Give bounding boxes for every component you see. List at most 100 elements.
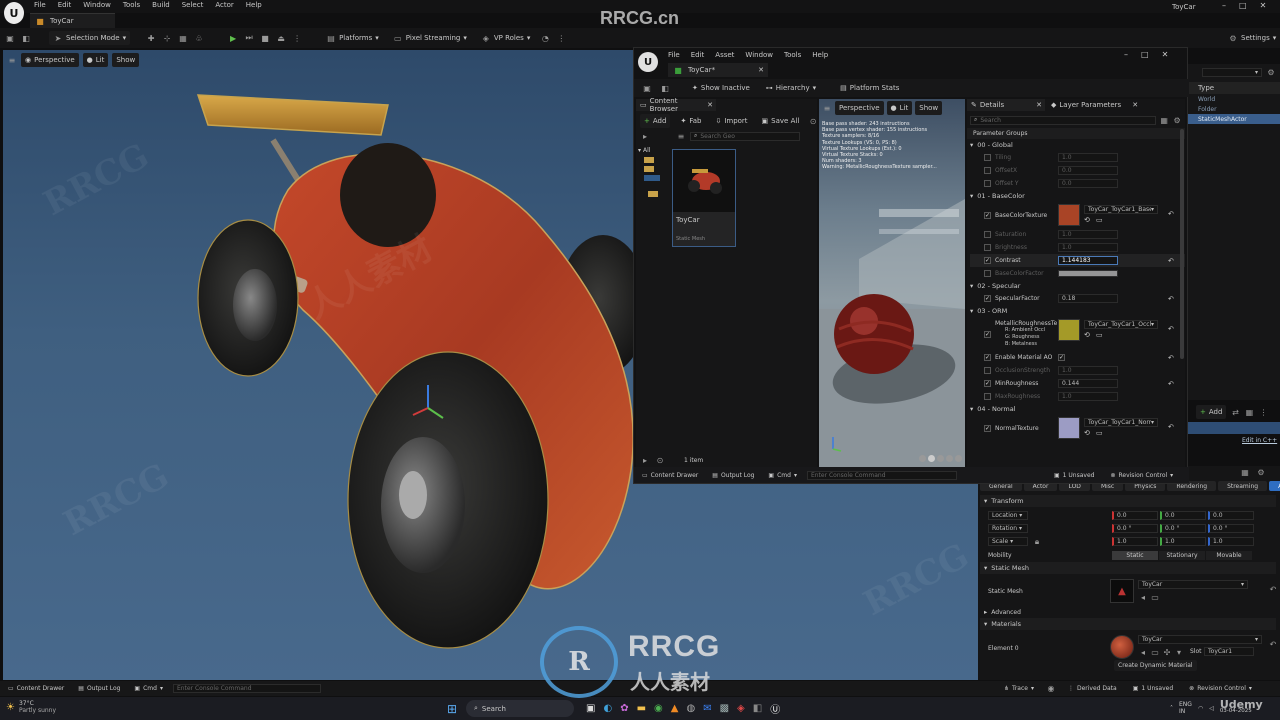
param-override-checkbox[interactable] <box>984 367 991 374</box>
platforms-button[interactable]: ▤ Platforms ▾ <box>322 31 383 45</box>
cmd-button[interactable]: ▣ Cmd ▾ <box>130 682 167 696</box>
history-icon[interactable]: ⊙ <box>655 455 665 465</box>
folder-icon[interactable]: ▭ <box>1096 429 1103 437</box>
platform-stats-button[interactable]: ▤ Platform Stats <box>836 81 903 95</box>
show-inactive-button[interactable]: ✦ Show Inactive <box>688 81 754 95</box>
save-icon[interactable]: ▣ <box>5 33 15 43</box>
browse-arrow-icon[interactable]: ◂ <box>1138 647 1148 657</box>
param-value-field[interactable]: 1.0 <box>1058 230 1118 239</box>
param-value-field[interactable]: 1.144183 <box>1058 256 1118 265</box>
component-tree[interactable] <box>1188 422 1280 434</box>
plane-icon[interactable] <box>937 455 944 462</box>
browse-icon[interactable]: ◧ <box>660 83 670 93</box>
taskbar-search[interactable]: ⌕ Search <box>466 700 574 717</box>
settings-button[interactable]: ⚙ Settings ▾ <box>1224 31 1280 45</box>
texture-picker[interactable]: ToyCar_ToyCar1_Norm ▾ <box>1084 418 1158 427</box>
param-group-header[interactable]: ▾ 01 - BaseColor <box>970 190 1185 202</box>
collapse-icon[interactable]: ▸ <box>640 455 650 465</box>
minimize-icon[interactable]: – <box>1124 50 1128 59</box>
minimize-icon[interactable]: – <box>1222 1 1226 10</box>
param-value-field[interactable]: 0.144 <box>1058 379 1118 388</box>
tab-close-icon[interactable]: ✕ <box>1036 101 1042 109</box>
static-mesh-picker[interactable]: ToyCar ▾ <box>1138 580 1248 589</box>
unsaved-button[interactable]: ▣ 1 Unsaved <box>1050 468 1098 482</box>
scale-z[interactable]: 1.0 <box>1208 537 1254 546</box>
gear-icon[interactable]: ⚙ <box>1172 115 1182 125</box>
outliner-filter-dropdown[interactable]: ▾ <box>1202 67 1262 77</box>
more-icon[interactable]: ⋮ <box>292 33 302 43</box>
scale-dropdown[interactable]: Scale ▾ <box>988 537 1028 546</box>
menu-tools[interactable]: Tools <box>123 1 140 9</box>
teapot-icon[interactable] <box>955 455 962 462</box>
advanced-row[interactable]: ▸ Advanced <box>980 606 1276 618</box>
details-tab[interactable]: ✎ Details ✕ <box>967 99 1045 111</box>
browse-arrow-icon[interactable]: ◂ <box>1138 592 1148 602</box>
status-revision-button[interactable]: ⊗ Revision Control ▾ <box>1185 682 1256 696</box>
param-value-field[interactable]: 0.18 <box>1058 294 1118 303</box>
texture-picker[interactable]: ToyCar_ToyCar1_Occlu ▾ <box>1084 320 1158 329</box>
viewport-lit-button[interactable]: ● Lit <box>82 53 109 67</box>
settings-icon[interactable]: ⚙ <box>1266 67 1276 77</box>
param-override-checkbox[interactable] <box>984 154 991 161</box>
asset-search-input[interactable]: ⌕ Search Geo <box>690 131 800 141</box>
location-x[interactable]: 0.0 <box>1112 511 1158 520</box>
fab-button[interactable]: ✦ Fab <box>676 114 705 128</box>
mobility-option-static[interactable]: Static <box>1112 551 1158 560</box>
editor-menu-tools[interactable]: Tools <box>784 51 801 59</box>
sync-icon[interactable]: ⊙ <box>809 116 817 126</box>
menu-select[interactable]: Select <box>182 1 204 9</box>
scale-x[interactable]: 1.0 <box>1112 537 1158 546</box>
param-override-checkbox[interactable]: ✓ <box>984 257 991 264</box>
reset-icon[interactable]: ↶ <box>1168 354 1174 362</box>
preview-lit-button[interactable]: ● Lit <box>886 101 913 115</box>
materials-section[interactable]: ▾ Materials <box>980 618 1276 630</box>
reset-icon[interactable]: ↶ <box>1168 423 1174 431</box>
reset-icon[interactable]: ↶ <box>1268 639 1278 649</box>
sphere-icon[interactable] <box>928 455 935 462</box>
outliner-type-item[interactable]: World <box>1188 94 1280 104</box>
vp-roles-button[interactable]: ◈ VP Roles ▾ <box>477 31 534 45</box>
param-override-checkbox[interactable]: ✓ <box>984 295 991 302</box>
param-override-checkbox[interactable]: ✓ <box>984 424 991 432</box>
tree-folder-icon[interactable] <box>644 157 654 163</box>
tree-folder-icon[interactable] <box>644 166 654 172</box>
editor-menu-asset[interactable]: Asset <box>715 51 734 59</box>
tab-close-icon[interactable]: ✕ <box>707 101 713 109</box>
output-log-button[interactable]: ▤ Output Log <box>74 682 124 696</box>
texture-thumbnail[interactable] <box>1058 417 1080 439</box>
mail-icon[interactable]: ✉ <box>703 703 711 714</box>
step-icon[interactable]: ⏭ <box>244 33 254 43</box>
rotation-z[interactable]: 0.0 ° <box>1208 524 1254 533</box>
modes-icon[interactable]: ♧ <box>194 33 204 43</box>
wifi-icon[interactable]: ◠ <box>1198 705 1203 712</box>
folder-icon[interactable]: ▭ <box>1096 216 1103 224</box>
menu-help[interactable]: Help <box>246 1 262 9</box>
editor-ue-logo-icon[interactable]: U <box>638 52 658 72</box>
location-dropdown[interactable]: Location ▾ <box>988 511 1028 520</box>
tree-folder-icon[interactable] <box>648 191 658 197</box>
param-override-checkbox[interactable] <box>984 270 991 277</box>
material-options-icon[interactable]: ✣ <box>1162 647 1172 657</box>
tab-close-icon[interactable]: ✕ <box>1132 101 1138 109</box>
mobility-option-stationary[interactable]: Stationary <box>1159 551 1205 560</box>
param-override-checkbox[interactable] <box>984 180 991 187</box>
content-browser-tab[interactable]: ▭ Content Browser ✕ <box>636 97 716 113</box>
browse-arrow-icon[interactable]: ⟲ <box>1084 429 1090 437</box>
cylinder-icon[interactable] <box>919 455 926 462</box>
folder-icon[interactable]: ▭ <box>1096 331 1103 339</box>
location-y[interactable]: 0.0 <box>1160 511 1206 520</box>
editor-menu-edit[interactable]: Edit <box>691 51 705 59</box>
add-component-button[interactable]: + Add <box>1196 405 1227 419</box>
menu-window[interactable]: Window <box>83 1 111 9</box>
gear-icon[interactable]: ⚙ <box>1256 467 1266 477</box>
tree-folder-selected[interactable] <box>644 175 660 181</box>
save-all-button[interactable]: ▣ Save All <box>758 114 804 128</box>
create-dynamic-material-button[interactable]: Create Dynamic Material <box>1114 660 1197 671</box>
pixel-streaming-button[interactable]: ▭ Pixel Streaming ▾ <box>389 31 471 45</box>
copilot-icon[interactable]: ✿ <box>620 703 628 714</box>
editor-menu-window[interactable]: Window <box>745 51 773 59</box>
edge-icon[interactable]: ◐ <box>603 703 612 714</box>
slot-field[interactable]: ToyCar1 <box>1204 647 1254 656</box>
reset-icon[interactable]: ↶ <box>1168 210 1174 218</box>
param-group-header[interactable]: ▾ 03 - ORM <box>970 305 1185 317</box>
